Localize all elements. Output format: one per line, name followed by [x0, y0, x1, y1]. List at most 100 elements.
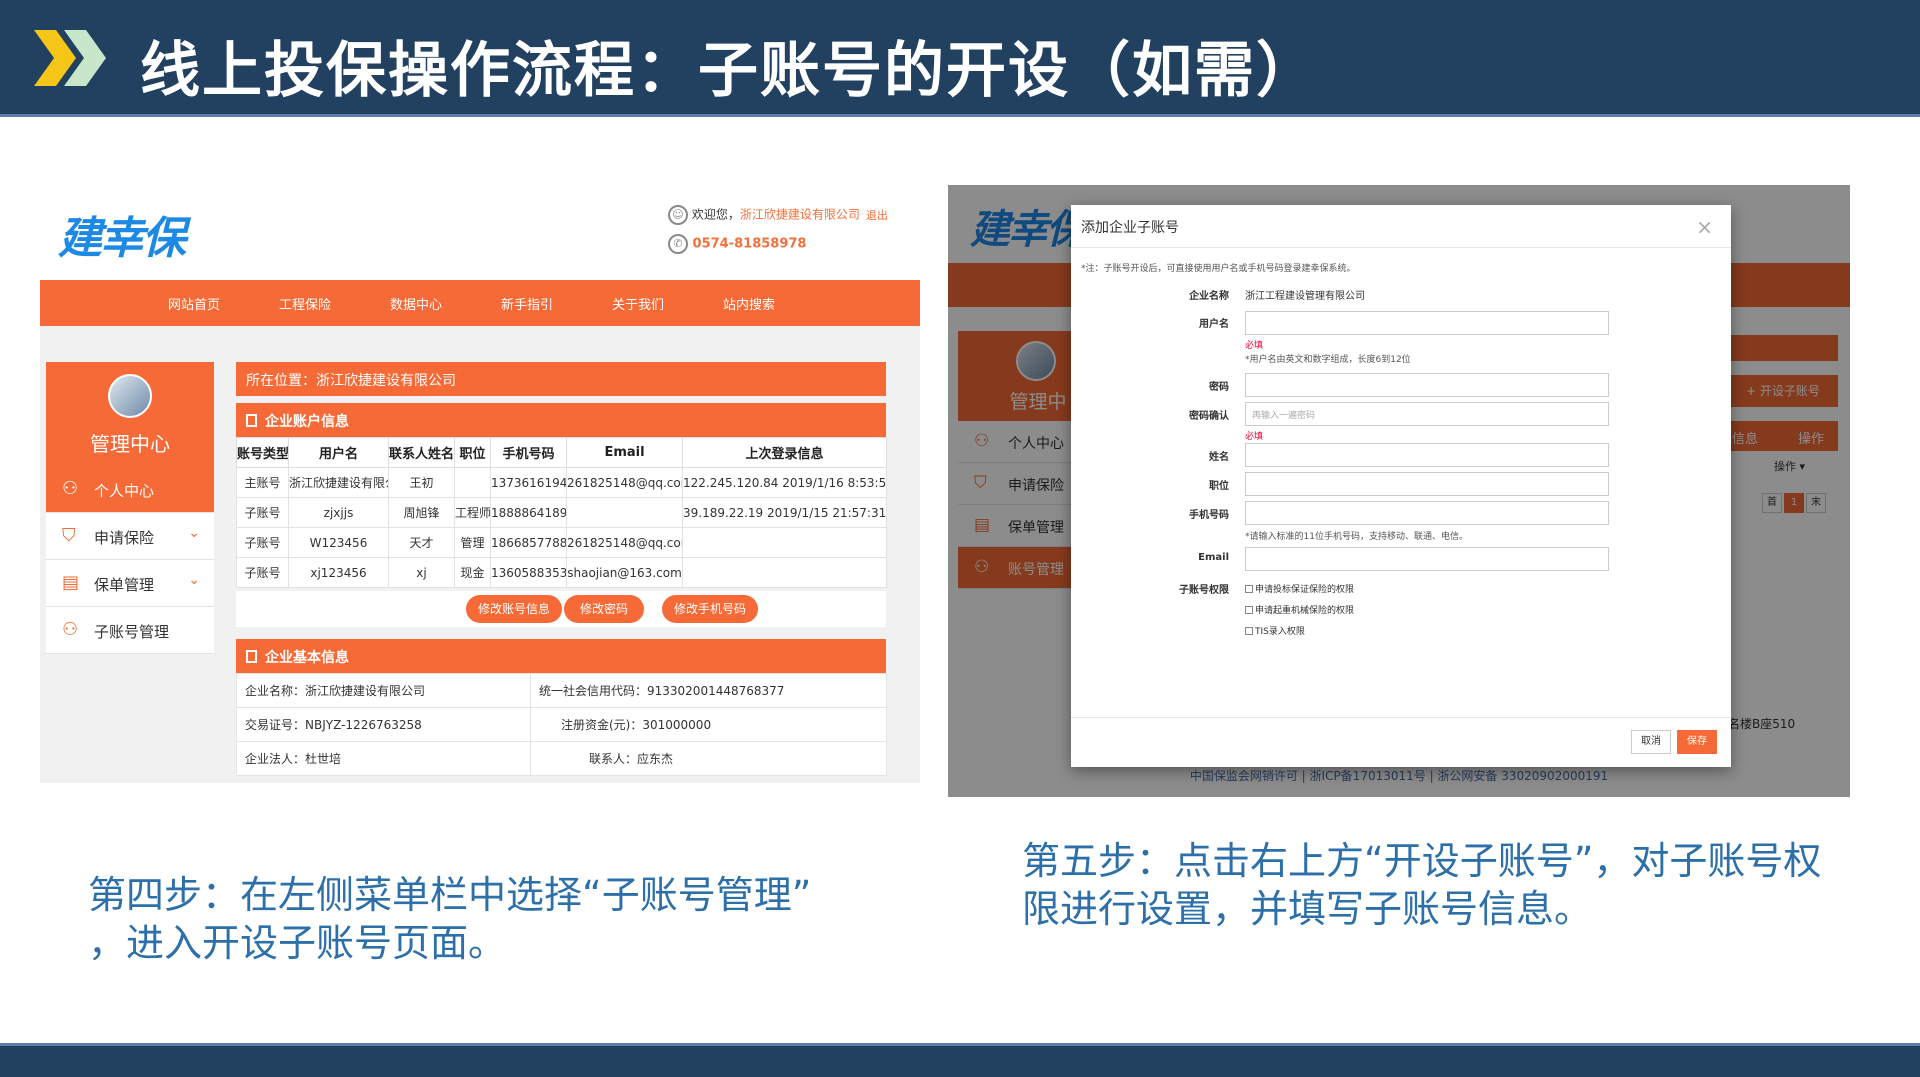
caption-line: 第四步：在左侧菜单栏中选择“子账号管理” [88, 873, 812, 917]
sidebar-title: 管理中心 [90, 432, 170, 456]
document-icon: ▤ [62, 572, 80, 593]
table-header: 用户名 [288, 437, 389, 468]
table-header: 账号类型 [236, 437, 289, 468]
welcome-bar: ☺ 欢迎您，浙江欣捷建设有限公司 退出 [668, 205, 888, 225]
table-cell: 统一社会信用代码：913302001448768377 [530, 673, 887, 708]
nav-insurance[interactable]: 工程保险 [279, 294, 331, 313]
person-icon: ⚇ [62, 478, 79, 499]
required-text: 必填 [1245, 341, 1264, 351]
table-cell: 子账号 [236, 557, 289, 588]
table-cell: 子账号 [236, 527, 289, 558]
table-cell: 子账号 [236, 497, 289, 528]
checkbox-icon [1245, 585, 1253, 593]
table-cell: 企业名称：浙江欣捷建设有限公司 [236, 673, 531, 708]
nav-search[interactable]: 站内搜索 [723, 294, 775, 313]
sidebar-item-subaccount[interactable]: ⚇ 子账号管理 [46, 607, 214, 654]
checkbox-icon [1245, 606, 1253, 614]
save-button[interactable]: 保存 [1677, 730, 1717, 754]
password-input[interactable] [1245, 373, 1609, 397]
permission-checkbox-crane[interactable]: 申请起重机械保险的权限 [1245, 603, 1354, 616]
phone-label: 手机号码 [1189, 510, 1229, 521]
table-cell: xj [388, 557, 455, 588]
dialog-title: 添加企业子账号 [1081, 220, 1179, 236]
divider [1071, 717, 1731, 718]
slide-title: 线上投保操作流程：子账号的开设（如需） [140, 36, 1318, 106]
slide: 线上投保操作流程：子账号的开设（如需） 建幸保 ☺ 欢迎您，浙江欣捷建设有限公司… [0, 0, 1920, 1077]
position-input[interactable] [1245, 472, 1609, 496]
nav-guide[interactable]: 新手指引 [501, 294, 553, 313]
table-header: 手机号码 [490, 437, 567, 468]
basic-section-header: 企业基本信息 [236, 639, 886, 673]
table-cell: 主账号 [236, 467, 289, 498]
basic-info-table: 企业名称：浙江欣捷建设有限公司 统一社会信用代码：913302001448768… [236, 673, 887, 776]
close-icon[interactable]: × [1696, 215, 1713, 239]
phone-input[interactable] [1245, 501, 1609, 525]
person-icon: ⚇ [62, 619, 79, 640]
screenshot-account-page: 建幸保 ☺ 欢迎您，浙江欣捷建设有限公司 退出 ✆ 0574-81858978 网… [40, 170, 920, 783]
name-input[interactable] [1245, 443, 1609, 467]
table-cell: 联系人：应东杰 [530, 741, 887, 776]
step5-caption: 第五步：点击右上方“开设子账号”，对子账号权 限进行设置，并填写子账号信息。 [1022, 837, 1882, 933]
confirm-password-label: 密码确认 [1189, 411, 1229, 422]
company-link[interactable]: 浙江欣捷建设有限公司 [740, 208, 860, 222]
chevron-down-icon: ⌄ [188, 525, 200, 541]
email-input[interactable] [1245, 547, 1609, 571]
section-title: 企业基本信息 [265, 650, 349, 666]
table-row: 企业法人：杜世培 联系人：应东杰 [236, 741, 887, 776]
table-cell: 39.189.22.19 2019/1/15 21:57:31 [682, 497, 887, 528]
edit-account-button[interactable]: 修改账号信息 [466, 595, 562, 623]
section-title: 企业账户信息 [265, 414, 349, 430]
double-chevron-icon [34, 30, 106, 86]
sidebar-item-policy[interactable]: ▤ 保单管理 ⌄ [46, 560, 214, 607]
nav-about[interactable]: 关于我们 [612, 294, 664, 313]
username-input[interactable] [1245, 311, 1609, 335]
table-cell: 18668577885 [490, 527, 567, 558]
table-cell: 管理 [454, 527, 491, 558]
table-cell: 工程师 [454, 497, 491, 528]
sidebar-header: 管理中心 [46, 362, 214, 466]
sidebar-item-label: 保单管理 [94, 576, 155, 594]
cancel-button[interactable]: 取消 [1631, 730, 1671, 754]
site-logo[interactable]: 建幸保 [58, 202, 186, 266]
table-row: 子账号 zjxjjs 周旭锋 工程师 18888641890 39.189.22… [236, 497, 887, 528]
nav-data[interactable]: 数据中心 [390, 294, 442, 313]
table-header-row: 账号类型 用户名 联系人姓名 职位 手机号码 Email 上次登录信息 [236, 437, 887, 468]
checkbox-icon [1245, 627, 1253, 635]
table-cell: 18888641890 [490, 497, 567, 528]
table-row: 交易证号：NBJYZ-1226763258 注册资金(元)：301000000 [236, 707, 887, 742]
username-label: 用户名 [1199, 319, 1229, 330]
change-phone-button[interactable]: 修改手机号码 [662, 595, 758, 623]
table-cell: 13605883535 [490, 557, 567, 588]
permission-checkbox-tis[interactable]: TIS录入权限 [1245, 624, 1305, 637]
step4-caption: 第四步：在左侧菜单栏中选择“子账号管理” ，进入开设子账号页面。 [88, 871, 878, 967]
permission-checkbox-bond[interactable]: 申请投标保证保险的权限 [1245, 582, 1354, 595]
table-cell: 122.245.120.84 2019/1/16 8:53:54 [682, 467, 887, 498]
account-section-header: 企业账户信息 [236, 403, 886, 437]
table-cell: 261825148@qq.com [566, 467, 683, 498]
add-subaccount-dialog: 添加企业子账号 × *注：子账号开设后，可直接使用用户名或手机号码登录建幸保系统… [1071, 205, 1731, 767]
table-cell: 261825148@qq.com [566, 527, 683, 558]
table-row: 主账号 浙江欣捷建设有限公司 王初 13736161947 261825148@… [236, 467, 887, 498]
table-cell: 天才 [388, 527, 455, 558]
nav-home[interactable]: 网站首页 [168, 294, 220, 313]
checkbox-label: 申请投标保证保险的权限 [1255, 585, 1355, 595]
confirm-password-input[interactable]: 再输入一遍密码 [1245, 402, 1609, 426]
sidebar-item-label: 申请保险 [94, 529, 155, 547]
company-label: 企业名称 [1189, 291, 1229, 302]
logout-link[interactable]: 退出 [866, 209, 888, 222]
checkbox-label: TIS录入权限 [1255, 627, 1305, 637]
phone-number: 0574-81858978 [692, 236, 807, 252]
email-label: Email [1198, 552, 1229, 563]
change-password-button[interactable]: 修改密码 [564, 595, 644, 623]
sidebar-item-apply[interactable]: ⛉ 申请保险 ⌄ [46, 513, 214, 560]
document-icon [246, 650, 257, 663]
table-header: 上次登录信息 [682, 437, 887, 468]
checkbox-label: 申请起重机械保险的权限 [1255, 606, 1355, 616]
table-cell: 企业法人：杜世培 [236, 741, 531, 776]
footer-band [0, 1043, 1920, 1077]
table-cell: 现金 [454, 557, 491, 588]
site-header: 建幸保 ☺ 欢迎您，浙江欣捷建设有限公司 退出 ✆ 0574-81858978 [40, 170, 920, 280]
table-cell [682, 527, 887, 558]
table-cell: xj123456 [288, 557, 389, 588]
sidebar-item-personal[interactable]: ⚇ 个人中心 [46, 466, 214, 513]
